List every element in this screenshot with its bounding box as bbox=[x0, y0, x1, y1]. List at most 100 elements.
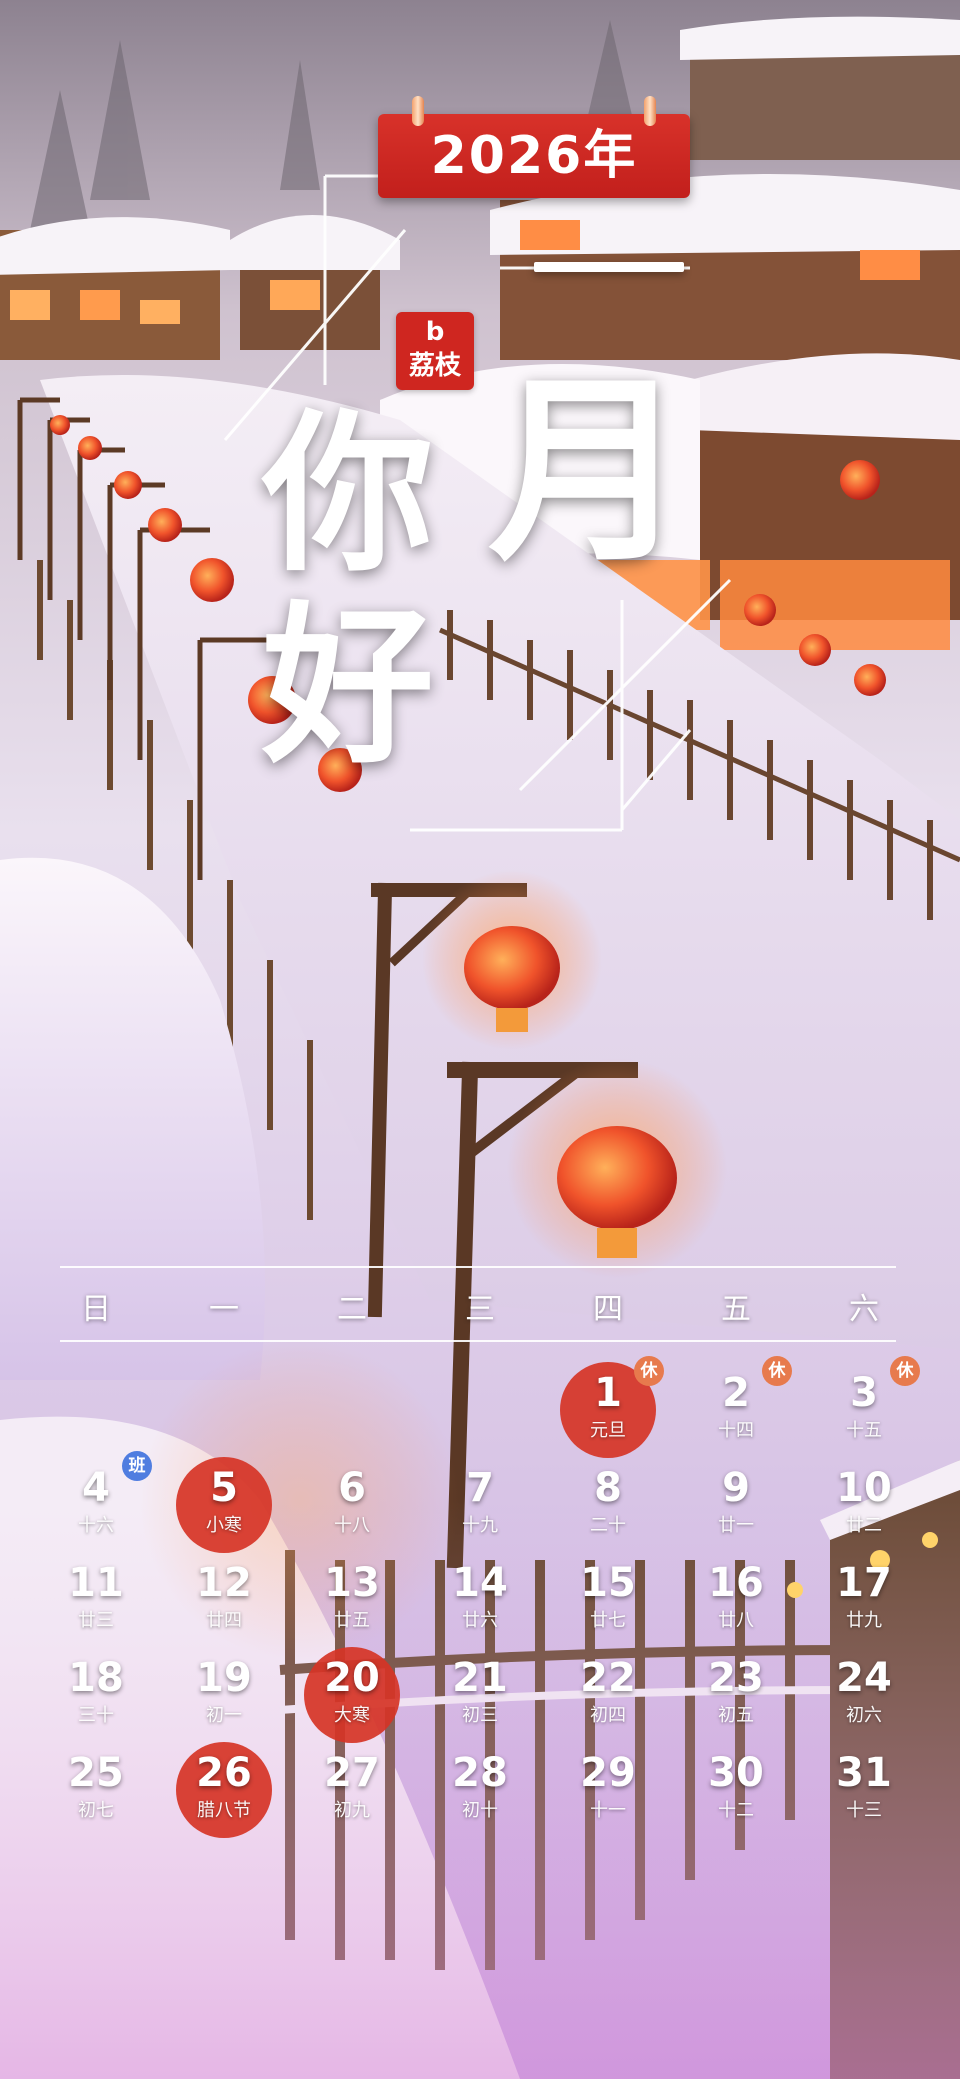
lunar-date: 廿三 bbox=[78, 1610, 114, 1631]
calendar-day: 15 廿七 bbox=[544, 1552, 672, 1652]
day-number: 5 bbox=[210, 1465, 238, 1511]
day-number: 28 bbox=[452, 1750, 508, 1796]
day-number: 15 bbox=[580, 1560, 636, 1606]
weekday-thu: 四 bbox=[593, 1292, 623, 1327]
calendar-day: 24 初六 bbox=[800, 1647, 928, 1747]
year-label: 2026年 bbox=[430, 126, 638, 186]
calendar-day: 18 三十 bbox=[32, 1647, 160, 1747]
greeting-month: 月 bbox=[488, 354, 689, 589]
lunar-date: 元旦 bbox=[590, 1420, 626, 1441]
greeting-hao: 好 bbox=[262, 584, 434, 787]
day-number: 19 bbox=[196, 1655, 252, 1701]
day-number: 14 bbox=[452, 1560, 508, 1606]
calendar-day: 13 廿五 bbox=[288, 1552, 416, 1652]
binder-ring-icon bbox=[644, 96, 656, 126]
month-character-one bbox=[534, 262, 684, 272]
lunar-date: 小寒 bbox=[206, 1515, 242, 1536]
weekday-sun: 日 bbox=[81, 1292, 111, 1327]
lunar-date: 十三 bbox=[846, 1800, 882, 1821]
lunar-date: 初四 bbox=[590, 1705, 626, 1726]
day-number: 18 bbox=[68, 1655, 124, 1701]
calendar-day: 23 初五 bbox=[672, 1647, 800, 1747]
weekday-wed: 三 bbox=[465, 1292, 495, 1327]
calendar-day: 17 廿九 bbox=[800, 1552, 928, 1652]
lunar-date: 廿八 bbox=[718, 1610, 754, 1631]
lunar-date: 初一 bbox=[206, 1705, 242, 1726]
day-number: 11 bbox=[68, 1560, 124, 1606]
lunar-date: 廿一 bbox=[718, 1515, 754, 1536]
lunar-date: 初九 bbox=[334, 1800, 370, 1821]
weekday-mon: 一 bbox=[209, 1292, 239, 1327]
day-number: 29 bbox=[580, 1750, 636, 1796]
lunar-date: 十二 bbox=[718, 1800, 754, 1821]
day-number: 17 bbox=[836, 1560, 892, 1606]
calendar-day: 29 十一 bbox=[544, 1742, 672, 1842]
rest-day-badge: 休 bbox=[762, 1356, 792, 1386]
day-number: 20 bbox=[324, 1655, 380, 1701]
logo-text: 荔枝 bbox=[408, 351, 461, 381]
calendar-day: 26 腊八节 bbox=[160, 1742, 288, 1842]
calendar-day: 8 二十 bbox=[544, 1457, 672, 1557]
calendar-day: 30 十二 bbox=[672, 1742, 800, 1842]
lunar-date: 初五 bbox=[718, 1705, 754, 1726]
calendar-day: 7 十九 bbox=[416, 1457, 544, 1557]
lunar-date: 十四 bbox=[718, 1420, 754, 1441]
year-banner: 2026年 bbox=[378, 96, 690, 198]
calendar-day: 31 十三 bbox=[800, 1742, 928, 1842]
day-number: 24 bbox=[836, 1655, 892, 1701]
day-number: 21 bbox=[452, 1655, 508, 1701]
rest-day-badge: 休 bbox=[634, 1356, 664, 1386]
calendar-day: 9 廿一 bbox=[672, 1457, 800, 1557]
calendar-day: 21 初三 bbox=[416, 1647, 544, 1747]
greeting-ni: 你 bbox=[262, 392, 434, 595]
rest-day-badge: 休 bbox=[890, 1356, 920, 1386]
calendar-day: 10 廿二 bbox=[800, 1457, 928, 1557]
app-logo: b 荔枝 bbox=[396, 312, 474, 390]
calendar-day: 25 初七 bbox=[32, 1742, 160, 1842]
calendar-day: 28 初十 bbox=[416, 1742, 544, 1842]
day-number: 8 bbox=[594, 1465, 622, 1511]
lunar-date: 初六 bbox=[846, 1705, 882, 1726]
wallpaper-stage: 2026年 b 荔枝 你 好 月 日 一 二 三 四 五 六 1 元旦休 2 十四休 3… bbox=[0, 0, 960, 2079]
day-number: 27 bbox=[324, 1750, 380, 1796]
day-number: 25 bbox=[68, 1750, 124, 1796]
lunar-date: 二十 bbox=[590, 1515, 626, 1536]
calendar-day: 19 初一 bbox=[160, 1647, 288, 1747]
calendar-day: 3 十五休 bbox=[800, 1356, 928, 1462]
calendar-day: 6 十八 bbox=[288, 1457, 416, 1557]
lunar-date: 大寒 bbox=[334, 1705, 370, 1726]
lunar-date: 十九 bbox=[462, 1515, 498, 1536]
calendar-day: 5 小寒 bbox=[160, 1457, 288, 1557]
lunar-date: 十一 bbox=[590, 1800, 626, 1821]
logo-mark-icon: b bbox=[425, 317, 445, 347]
calendar-day: 1 元旦休 bbox=[544, 1356, 672, 1462]
lunar-date: 廿四 bbox=[206, 1610, 242, 1631]
calendar-day: 16 廿八 bbox=[672, 1552, 800, 1652]
weekday-sat: 六 bbox=[849, 1292, 879, 1327]
calendar-day: 27 初九 bbox=[288, 1742, 416, 1842]
day-number: 31 bbox=[836, 1750, 892, 1796]
calendar-day: 4 十六班 bbox=[32, 1451, 160, 1557]
weekday-tue: 二 bbox=[337, 1292, 367, 1327]
workday-badge: 班 bbox=[122, 1451, 152, 1481]
calendar-day: 11 廿三 bbox=[32, 1552, 160, 1652]
day-number: 7 bbox=[466, 1465, 494, 1511]
day-number: 9 bbox=[722, 1465, 750, 1511]
weekday-top-rule bbox=[60, 1266, 896, 1268]
day-number: 13 bbox=[324, 1560, 380, 1606]
lunar-date: 廿五 bbox=[334, 1610, 370, 1631]
lunar-date: 廿九 bbox=[846, 1610, 882, 1631]
lunar-date: 十八 bbox=[334, 1515, 370, 1536]
day-number: 16 bbox=[708, 1560, 764, 1606]
day-number: 12 bbox=[196, 1560, 252, 1606]
day-number: 10 bbox=[836, 1465, 892, 1511]
day-number: 6 bbox=[338, 1465, 366, 1511]
lunar-date: 初七 bbox=[78, 1800, 114, 1821]
calendar-day: 22 初四 bbox=[544, 1647, 672, 1747]
lunar-date: 廿六 bbox=[462, 1610, 498, 1631]
calendar-day: 20 大寒 bbox=[288, 1647, 416, 1747]
calendar-day: 12 廿四 bbox=[160, 1552, 288, 1652]
lunar-date: 初三 bbox=[462, 1705, 498, 1726]
binder-ring-icon bbox=[412, 96, 424, 126]
weekday-fri: 五 bbox=[721, 1292, 751, 1327]
